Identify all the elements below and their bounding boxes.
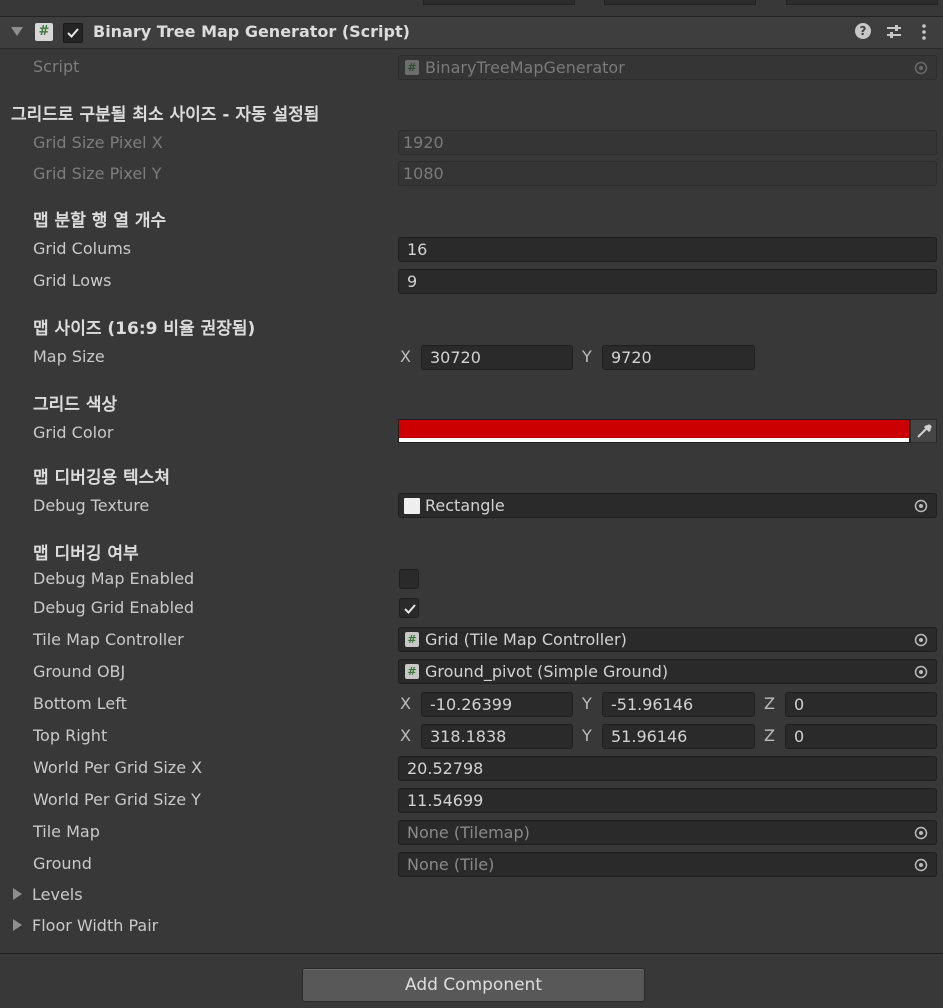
object-picker-icon[interactable] (914, 826, 928, 840)
grid-colums-input[interactable]: 16 (398, 237, 937, 262)
prev-field (604, 0, 756, 5)
prev-field (786, 0, 938, 5)
script-icon: # (35, 23, 53, 41)
tile-map-controller-field[interactable]: # Grid (Tile Map Controller) (398, 627, 937, 652)
map-size-x-input[interactable]: 30720 (421, 345, 573, 370)
bottom-left-label: Bottom Left (33, 694, 127, 713)
axis-x-label: X (400, 694, 411, 713)
section-header-grid-min-size: 그리드로 구분될 최소 사이즈 - 자동 설정됨 (11, 105, 320, 125)
levels-foldout[interactable]: Levels (32, 885, 83, 905)
script-icon: # (405, 632, 419, 647)
grid-size-pixel-y-label: Grid Size Pixel Y (33, 164, 162, 183)
script-field[interactable]: # BinaryTreeMapGenerator (398, 55, 937, 80)
floor-width-pair-foldout[interactable]: Floor Width Pair (32, 916, 158, 936)
axis-y-label: Y (582, 694, 592, 713)
object-picker-icon[interactable] (914, 858, 928, 872)
top-right-z-input[interactable]: 0 (785, 724, 937, 749)
map-size-y-input[interactable]: 9720 (602, 345, 755, 370)
axis-y-label: Y (582, 347, 592, 366)
world-per-grid-size-y-label: World Per Grid Size Y (33, 790, 201, 809)
debug-grid-enabled-label: Debug Grid Enabled (33, 598, 195, 617)
grid-size-pixel-y-field: 1080 (398, 161, 937, 186)
alpha-bar (399, 438, 909, 442)
tile-map-controller-value: Grid (Tile Map Controller) (425, 630, 627, 649)
grid-lows-label: Grid Lows (33, 271, 112, 290)
grid-colums-label: Grid Colums (33, 239, 132, 258)
component-header[interactable]: # Binary Tree Map Generator (Script) ? (0, 17, 943, 49)
eyedropper-icon[interactable] (910, 419, 937, 443)
component-enabled-toggle[interactable] (63, 23, 83, 43)
script-label: Script (33, 57, 80, 76)
section-header-grid-color: 그리드 색상 (33, 395, 118, 415)
grid-lows-input[interactable]: 9 (398, 269, 937, 294)
object-picker-icon[interactable] (914, 61, 928, 75)
ground-label: Ground (33, 854, 92, 873)
section-header-debug-texture: 맵 디버깅용 텍스쳐 (33, 468, 170, 488)
help-icon[interactable]: ? (855, 23, 873, 41)
bottom-left-x-input[interactable]: -10.26399 (421, 692, 573, 717)
debug-map-enabled-checkbox[interactable] (399, 569, 419, 589)
levels-expand-arrow-icon[interactable] (13, 888, 22, 900)
tile-map-value: None (Tilemap) (407, 823, 530, 842)
floor-width-pair-expand-arrow-icon[interactable] (13, 919, 22, 931)
previous-component-edge (0, 0, 943, 17)
debug-texture-label: Debug Texture (33, 496, 150, 515)
ground-obj-field[interactable]: # Ground_pivot (Simple Ground) (398, 659, 937, 684)
checkmark-icon (67, 28, 79, 38)
debug-texture-field[interactable]: Rectangle (398, 493, 937, 518)
separator (0, 953, 943, 954)
axis-x-label: X (400, 726, 411, 745)
axis-y-label: Y (582, 726, 592, 745)
tile-map-label: Tile Map (33, 822, 100, 841)
collapse-arrow-icon[interactable] (11, 27, 23, 36)
debug-texture-value: Rectangle (425, 496, 505, 515)
bottom-left-y-input[interactable]: -51.96146 (602, 692, 755, 717)
axis-x-label: X (400, 347, 411, 366)
tile-map-controller-label: Tile Map Controller (33, 630, 184, 649)
texture-thumbnail-icon (404, 498, 420, 514)
axis-z-label: Z (764, 726, 775, 745)
section-header-split-count: 맵 분할 행 열 개수 (33, 211, 167, 231)
object-picker-icon[interactable] (914, 499, 928, 513)
axis-z-label: Z (764, 694, 775, 713)
script-value: BinaryTreeMapGenerator (425, 58, 625, 77)
prev-field (423, 0, 575, 5)
object-picker-icon[interactable] (914, 665, 928, 679)
presets-icon[interactable] (885, 23, 903, 41)
world-per-grid-size-x-label: World Per Grid Size X (33, 758, 203, 777)
section-header-map-size: 맵 사이즈 (16:9 비율 권장됨) (33, 319, 256, 339)
help-glyph: ? (855, 23, 871, 39)
debug-grid-enabled-checkbox[interactable] (399, 598, 419, 618)
component-title: Binary Tree Map Generator (Script) (93, 22, 410, 41)
add-component-button[interactable]: Add Component (302, 968, 645, 1002)
section-header-debug-enabled: 맵 디버깅 여부 (33, 544, 139, 564)
script-icon: # (405, 664, 419, 679)
tile-map-field[interactable]: None (Tilemap) (398, 820, 937, 845)
grid-size-pixel-x-field: 1920 (398, 130, 937, 155)
ground-field[interactable]: None (Tile) (398, 852, 937, 877)
ground-obj-label: Ground OBJ (33, 662, 126, 681)
grid-color-label: Grid Color (33, 423, 114, 442)
checkmark-icon (404, 604, 416, 614)
ground-value: None (Tile) (407, 855, 495, 874)
map-size-label: Map Size (33, 347, 105, 366)
world-per-grid-size-x-input[interactable]: 20.52798 (398, 756, 937, 781)
grid-size-pixel-x-label: Grid Size Pixel X (33, 133, 163, 152)
kebab-menu-icon[interactable] (915, 23, 933, 41)
top-right-x-input[interactable]: 318.1838 (421, 724, 573, 749)
bottom-left-z-input[interactable]: 0 (785, 692, 937, 717)
top-right-y-input[interactable]: 51.96146 (602, 724, 755, 749)
object-picker-icon[interactable] (914, 633, 928, 647)
top-right-label: Top Right (33, 726, 108, 745)
ground-obj-value: Ground_pivot (Simple Ground) (425, 662, 669, 681)
grid-color-swatch[interactable] (398, 419, 910, 443)
world-per-grid-size-y-input[interactable]: 11.54699 (398, 788, 937, 813)
script-icon: # (405, 60, 419, 75)
debug-map-enabled-label: Debug Map Enabled (33, 569, 195, 588)
